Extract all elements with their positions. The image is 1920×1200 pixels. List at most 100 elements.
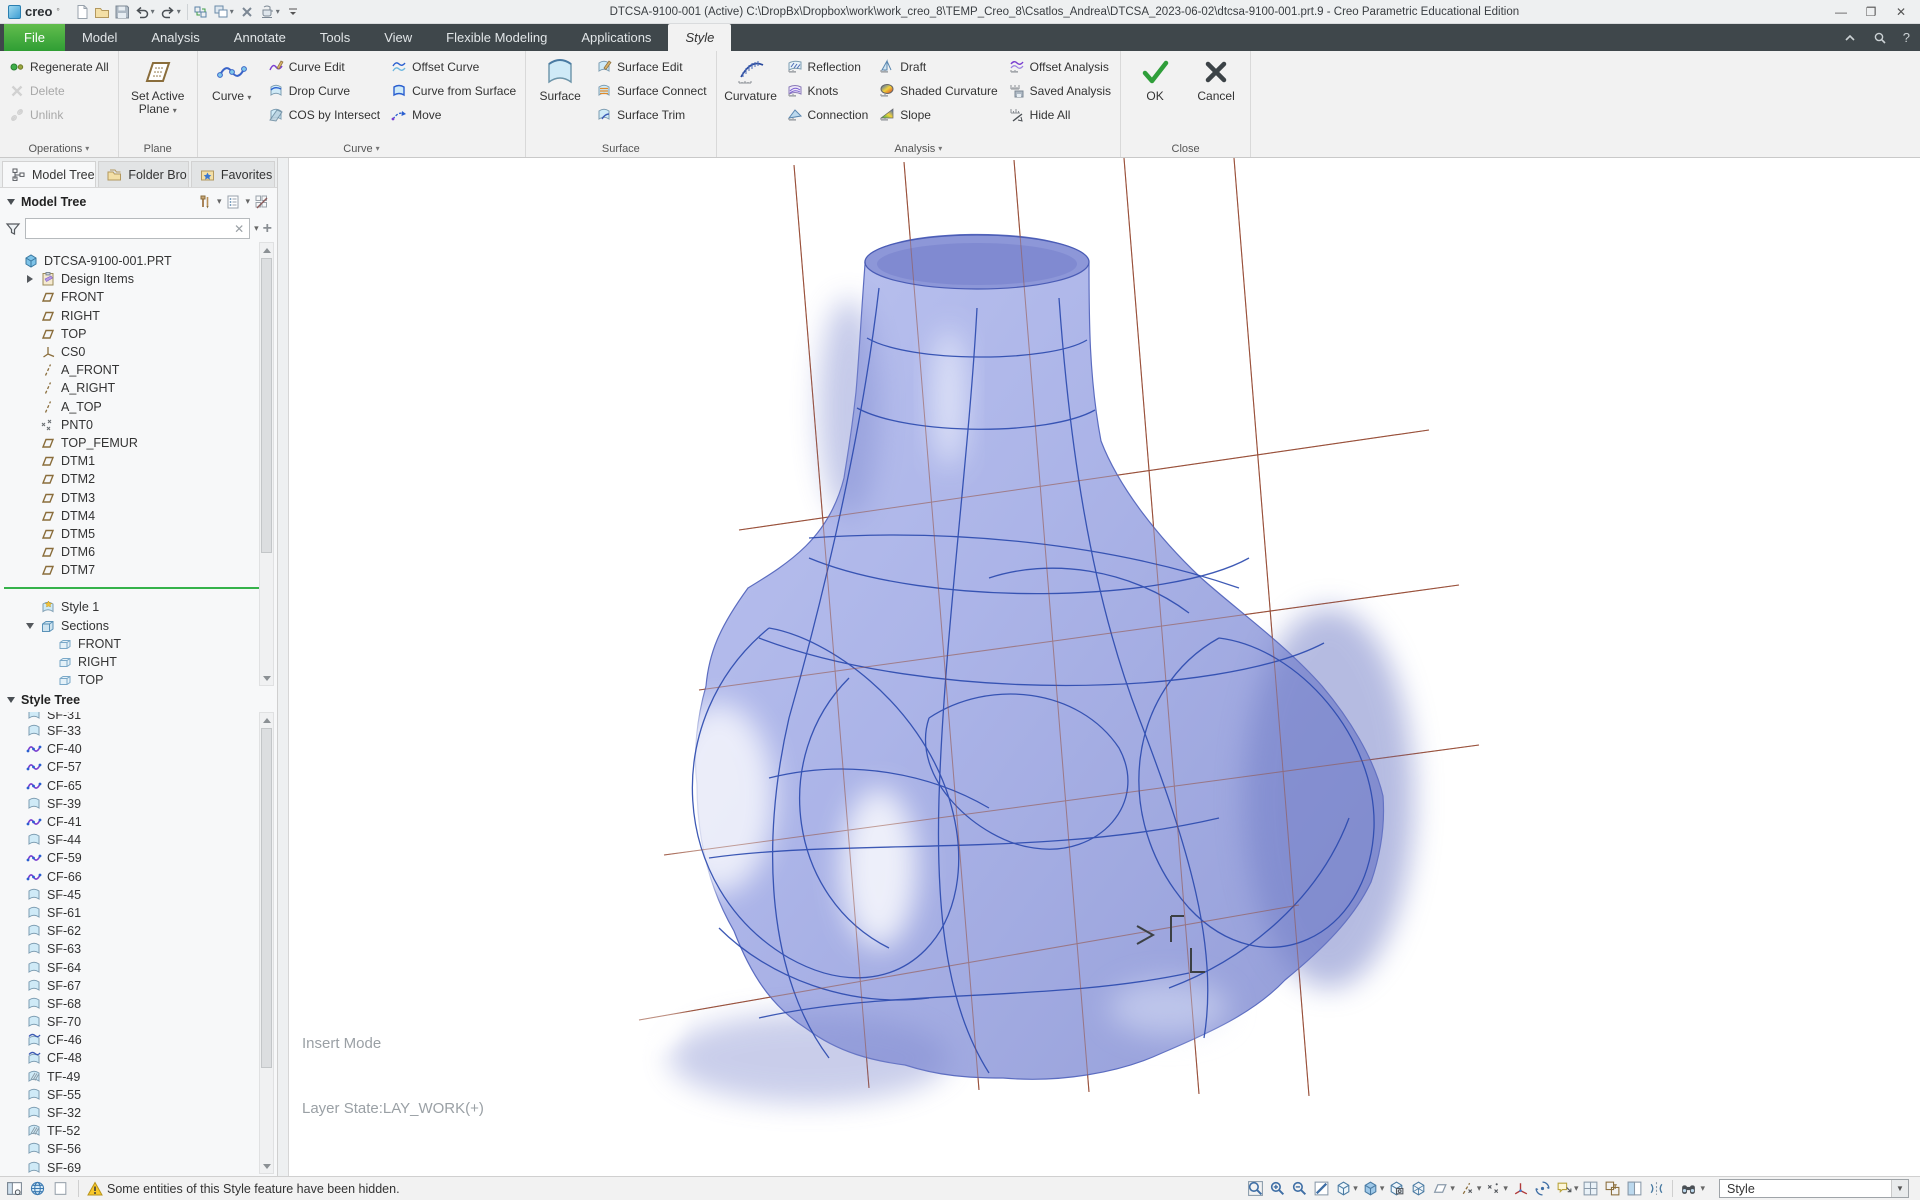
shaded-curvature-button[interactable]: Shaded Curvature — [875, 80, 1001, 101]
undo-button[interactable]: ▾ — [132, 2, 158, 22]
style-tree-item[interactable]: SF-31 — [0, 712, 277, 722]
collapse-icon[interactable] — [25, 623, 35, 629]
offset-curve-button[interactable]: Offset Curve — [387, 56, 520, 77]
ribbon-group-label-operations[interactable]: Operations▾ — [5, 140, 113, 157]
window-swap-button[interactable] — [1603, 1179, 1622, 1198]
style-tree-item[interactable]: SF-63 — [0, 940, 277, 958]
tab-analysis[interactable]: Analysis — [134, 24, 216, 51]
tab-model[interactable]: Model — [65, 24, 134, 51]
tree-tools-icon[interactable] — [197, 194, 213, 210]
style-tree-item[interactable]: SF-61 — [0, 904, 277, 922]
tree-item[interactable]: DTM3 — [0, 488, 277, 506]
style-tree-item[interactable]: SF-55 — [0, 1086, 277, 1104]
style-tree-item[interactable]: SF-33 — [0, 722, 277, 740]
collapse-style-tree-icon[interactable] — [7, 697, 15, 703]
offset-analysis-button[interactable]: Offset Analysis — [1005, 56, 1115, 77]
cos-by-intersect-button[interactable]: COS by Intersect — [264, 104, 384, 125]
style-filter-combobox[interactable]: Style ▼ — [1719, 1179, 1909, 1198]
new-file-button[interactable] — [72, 2, 92, 22]
tree-item[interactable]: FRONT — [0, 288, 277, 306]
filter-caret[interactable]: ▾ — [254, 223, 259, 234]
style-tree-item[interactable]: SF-67 — [0, 977, 277, 995]
surface-trim-button[interactable]: Surface Trim — [592, 104, 710, 125]
tab-flexible-modeling[interactable]: Flexible Modeling — [429, 24, 564, 51]
redo-button[interactable]: ▾ — [158, 2, 184, 22]
style-tree-item[interactable]: TF-49 — [0, 1068, 277, 1086]
tree-item[interactable]: A_RIGHT — [0, 379, 277, 397]
tab-file[interactable]: File — [4, 24, 65, 51]
tree-item[interactable]: DTM6 — [0, 543, 277, 561]
find-caret[interactable]: ▾ — [1700, 1183, 1705, 1194]
collapse-model-tree-icon[interactable] — [7, 199, 15, 205]
curve-from-surface-button[interactable]: Curve from Surface — [387, 80, 520, 101]
connection-button[interactable]: Connection — [783, 104, 873, 125]
style-tree-item[interactable]: CF-65 — [0, 777, 277, 795]
style-tree-item[interactable]: SF-64 — [0, 958, 277, 976]
tab-annotate[interactable]: Annotate — [217, 24, 303, 51]
drop-curve-button[interactable]: Drop Curve — [264, 80, 384, 101]
model-display-button[interactable] — [1409, 1179, 1428, 1198]
style-tree-item[interactable]: CF-48 — [0, 1049, 277, 1067]
navigator-tab-folder-bro[interactable]: Folder Bro — [98, 161, 189, 187]
save-button[interactable] — [112, 2, 132, 22]
style-tree-item[interactable]: CF-57 — [0, 758, 277, 776]
style-tree-item[interactable]: SF-39 — [0, 795, 277, 813]
model-tree-scrollbar[interactable] — [259, 242, 274, 686]
navigator-toggle-icon[interactable] — [5, 1179, 24, 1198]
annotation-display-button[interactable]: ▾ — [1555, 1179, 1579, 1198]
combo-caret-icon[interactable]: ▼ — [1891, 1180, 1908, 1197]
find-icon[interactable] — [1679, 1179, 1698, 1198]
tree-item[interactable]: RIGHT — [0, 653, 277, 671]
tab-tools[interactable]: Tools — [303, 24, 367, 51]
graphics-viewport[interactable]: Insert Mode Layer State:LAY_WORK(+) — [289, 158, 1920, 1176]
saved-orientations-button[interactable]: ▾ — [1334, 1179, 1358, 1198]
tree-item[interactable]: FRONT — [0, 635, 277, 653]
reflection-button[interactable]: Reflection — [783, 56, 873, 77]
close-window-button[interactable] — [237, 2, 257, 22]
datum-display-button[interactable]: ▾ — [1458, 1179, 1482, 1198]
style-tree-item[interactable]: SF-69 — [0, 1159, 277, 1177]
slope-button[interactable]: Slope — [875, 104, 1001, 125]
regenerate-all-button[interactable]: Regenerate All — [5, 56, 113, 77]
tree-tools-caret[interactable]: ▾ — [217, 196, 222, 207]
style-tree-item[interactable]: SF-68 — [0, 995, 277, 1013]
tree-item[interactable]: TOP — [0, 325, 277, 343]
tree-item[interactable]: TOP_FEMUR — [0, 434, 277, 452]
hide-all-button[interactable]: Hide All — [1005, 104, 1115, 125]
plane-display-button[interactable]: ▾ — [1431, 1179, 1455, 1198]
tree-item[interactable]: Design Items — [0, 270, 277, 288]
add-filter-icon[interactable]: + — [263, 222, 272, 236]
style-tree-scrollbar[interactable] — [259, 712, 274, 1174]
open-file-button[interactable] — [92, 2, 112, 22]
cancel-button[interactable]: Cancel — [1187, 53, 1245, 140]
customize-toolbar-button[interactable] — [283, 2, 303, 22]
knots-button[interactable]: Knots — [783, 80, 873, 101]
tree-settings-icon[interactable] — [225, 194, 241, 210]
csys-display-button[interactable] — [1511, 1179, 1530, 1198]
tree-item[interactable]: A_TOP — [0, 398, 277, 416]
expand-icon[interactable] — [25, 275, 35, 283]
curvature-button[interactable]: Curvature — [722, 53, 780, 140]
style-tree-item[interactable]: SF-45 — [0, 886, 277, 904]
tab-applications[interactable]: Applications — [564, 24, 668, 51]
tree-item[interactable]: DTM2 — [0, 470, 277, 488]
tab-view[interactable]: View — [367, 24, 429, 51]
tree-item[interactable]: DTM5 — [0, 525, 277, 543]
clear-filter-icon[interactable]: ✕ — [229, 222, 249, 236]
tree-filter-input[interactable] — [26, 220, 229, 237]
zoom-fit-button[interactable] — [1246, 1179, 1265, 1198]
style-tree-item[interactable]: SF-62 — [0, 922, 277, 940]
surface-button[interactable]: Surface — [531, 53, 589, 140]
surface-edit-button[interactable]: Surface Edit — [592, 56, 710, 77]
draft-button[interactable]: Draft — [875, 56, 1001, 77]
search-icon[interactable] — [1873, 31, 1887, 45]
tree-item[interactable]: A_FRONT — [0, 361, 277, 379]
style-tree-item[interactable]: CF-40 — [0, 740, 277, 758]
move-button[interactable]: Move — [387, 104, 520, 125]
zoom-in-button[interactable] — [1268, 1179, 1287, 1198]
tree-item[interactable]: Style 1 — [0, 598, 277, 616]
print-button[interactable]: ▾ — [257, 2, 283, 22]
filter-funnel-icon[interactable] — [5, 221, 21, 237]
mirror-view-button[interactable] — [1647, 1179, 1666, 1198]
help-icon[interactable]: ? — [1903, 30, 1910, 45]
